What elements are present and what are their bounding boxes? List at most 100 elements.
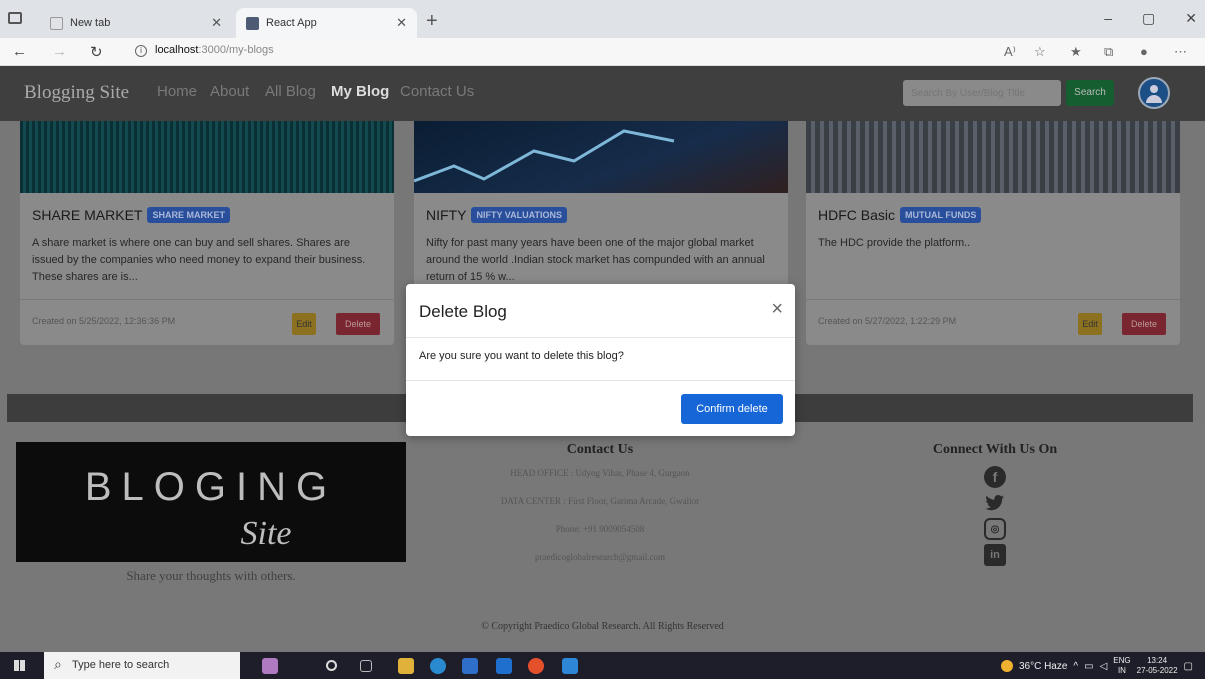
nav-home[interactable]: Home (157, 83, 197, 100)
blog-card-title-row: HDFC Basic MUTUAL FUNDS (818, 207, 982, 223)
blog-card: HDFC Basic MUTUAL FUNDS The HDC provide … (806, 121, 1180, 345)
browser-window: New tab ✕ React App ✕ + – ▢ ✕ ← → ↻ i loc… (0, 0, 1205, 679)
edit-button[interactable]: Edit (1078, 313, 1102, 335)
taskbar-search-input[interactable]: Type here to search (44, 652, 240, 679)
url-path: :3000/my-blogs (198, 44, 274, 56)
weather-text[interactable]: 36°C Haze (1019, 661, 1067, 672)
chrome-icon[interactable] (528, 658, 544, 674)
read-aloud-icon[interactable]: A⁾ (1004, 44, 1016, 60)
url-host: localhost (155, 44, 199, 56)
close-tab-icon[interactable]: ✕ (396, 15, 407, 31)
email-link[interactable]: praedicoglobalresearch@gmail.com (420, 552, 780, 562)
minimize-icon[interactable]: – (1104, 10, 1112, 27)
tab-bar: New tab ✕ React App ✕ + – ▢ ✕ (0, 0, 1205, 38)
site-logo: BLOGING Site (16, 442, 406, 562)
taskbar: Type here to search 36°C Haze ^ ▭ ◁ ENGI… (0, 652, 1205, 679)
connect-section: Connect With Us On f ◎ in (895, 442, 1095, 570)
new-tab-plus-icon[interactable]: + (426, 10, 438, 33)
brand[interactable]: Blogging Site (24, 82, 129, 104)
edit-button[interactable]: Edit (292, 313, 316, 335)
chevron-up-icon[interactable]: ^ (1073, 661, 1078, 672)
twitter-icon[interactable] (984, 492, 1006, 514)
modal-footer: Confirm delete (406, 380, 795, 436)
maximize-icon[interactable]: ▢ (1142, 10, 1155, 27)
created-date: Created on 5/25/2022, 12:36:36 PM (32, 316, 176, 326)
footer: BLOGING Site Share your thoughts with ot… (0, 422, 1205, 652)
windows-start-icon[interactable] (14, 660, 25, 671)
nav-my-blog[interactable]: My Blog (331, 83, 389, 100)
logo-text-script: Site (241, 515, 292, 552)
confirm-delete-button[interactable]: Confirm delete (681, 394, 783, 424)
head-office: HEAD OFFICE : Udyog Vihar, Phase 4, Gurg… (510, 468, 690, 478)
volume-icon[interactable]: ◁ (1100, 661, 1108, 672)
file-explorer-icon[interactable] (398, 658, 414, 674)
blog-card-footer: Created on 5/27/2022, 1:22:29 PM Edit De… (806, 299, 1180, 345)
collections-icon[interactable]: ⧉ (1104, 44, 1113, 60)
facebook-icon[interactable]: f (984, 466, 1006, 488)
contact-title: Contact Us (566, 442, 634, 457)
close-tab-icon[interactable]: ✕ (211, 15, 222, 31)
blog-card-excerpt: Nifty for past many years have been one … (426, 237, 765, 283)
back-arrow-icon[interactable]: ← (12, 43, 27, 60)
lang-bottom: IN (1117, 666, 1126, 675)
tab-actions-icon[interactable] (8, 12, 22, 24)
clock[interactable]: 13:24 27-05-2022 (1137, 656, 1178, 676)
edge-icon[interactable] (430, 658, 446, 674)
blog-card-title: HDFC Basic (818, 207, 896, 223)
tab-label: New tab (70, 17, 111, 29)
blog-card-excerpt: A share market is where one can buy and … (32, 237, 366, 283)
close-icon[interactable]: × (771, 298, 783, 321)
more-icon[interactable]: ⋯ (1174, 44, 1187, 60)
navbar: Blogging Site Home About All Blog My Blo… (0, 66, 1205, 121)
nav-all-blog[interactable]: All Blog (265, 83, 316, 100)
blog-card: SHARE MARKET SHARE MARKET A share market… (20, 121, 394, 345)
react-app-favicon-icon (246, 16, 259, 30)
tab-new-tab[interactable]: New tab ✕ (40, 8, 232, 38)
weather-icon (1000, 660, 1013, 672)
system-tray: 36°C Haze ^ ▭ ◁ ENG IN 13:24 27-05-2022 ▢ (1000, 656, 1193, 676)
category-badge: MUTUAL FUNDS (900, 207, 982, 223)
category-badge: NIFTY VALUATIONS (471, 207, 567, 223)
new-tab-page-icon (50, 16, 63, 30)
url-field[interactable]: i localhost:3000/my-blogs (135, 44, 274, 57)
phone: Phone: +91 9009054508 (555, 524, 645, 534)
delete-button[interactable]: Delete (336, 313, 380, 335)
category-badge: SHARE MARKET (147, 207, 230, 223)
linkedin-icon[interactable]: in (984, 544, 1006, 566)
nav-about[interactable]: About (210, 83, 249, 100)
cortana-icon[interactable] (326, 660, 337, 671)
lang-top: ENG (1113, 656, 1131, 665)
contact-section: Contact Us HEAD OFFICE : Udyog Vihar, Ph… (420, 442, 780, 580)
add-favorite-icon[interactable]: ☆ (1034, 44, 1046, 60)
task-view-icon[interactable] (360, 660, 372, 672)
user-avatar-icon[interactable] (1138, 77, 1170, 109)
search-button[interactable]: Search (1066, 80, 1114, 106)
store-icon[interactable] (462, 658, 478, 674)
logo-graphic: BLOGING Site (85, 465, 327, 552)
instagram-icon[interactable]: ◎ (984, 518, 1006, 540)
forward-arrow-icon[interactable]: → (52, 43, 67, 60)
network-icon[interactable]: ▭ (1084, 661, 1093, 672)
notification-icon[interactable]: ▢ (1184, 661, 1193, 672)
language-indicator[interactable]: ENG IN (1113, 656, 1130, 676)
site-info-icon[interactable]: i (135, 45, 147, 57)
search-input[interactable] (903, 80, 1061, 106)
vscode-icon[interactable] (562, 658, 578, 674)
flowers-app-icon[interactable] (262, 658, 278, 674)
copyright: © Copyright Praedico Global Research. Al… (481, 621, 724, 632)
modal-header: Delete Blog × (406, 284, 795, 338)
blog-card-footer: Created on 5/25/2022, 12:36:36 PM Edit D… (20, 299, 394, 345)
nav-contact-us[interactable]: Contact Us (400, 83, 474, 100)
blog-card-image (806, 121, 1180, 193)
favorites-icon[interactable]: ★ (1070, 44, 1082, 60)
close-window-icon[interactable]: ✕ (1185, 10, 1197, 27)
blog-card-title-row: NIFTY NIFTY VALUATIONS (426, 207, 567, 223)
profile-icon[interactable]: ● (1140, 44, 1148, 59)
clock-time: 13:24 (1147, 656, 1168, 665)
data-center: DATA CENTER : First Floor, Garima Arcade… (500, 496, 700, 506)
delete-button[interactable]: Delete (1122, 313, 1166, 335)
refresh-icon[interactable]: ↻ (90, 43, 103, 61)
mail-icon[interactable] (496, 658, 512, 674)
created-date: Created on 5/27/2022, 1:22:29 PM (818, 316, 957, 326)
tab-react-app[interactable]: React App ✕ (236, 8, 417, 38)
